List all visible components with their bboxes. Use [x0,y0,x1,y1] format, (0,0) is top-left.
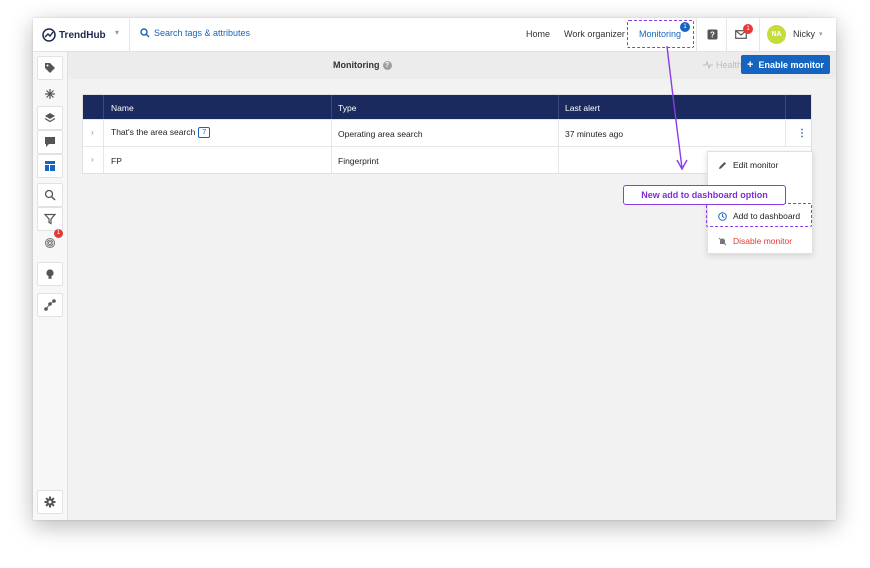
sidebar-item-fingerprint[interactable]: 1 [37,229,63,255]
pencil-icon [719,161,726,169]
nav-work-organizer[interactable]: Work organizer [564,29,625,39]
column-name[interactable]: Name [111,103,134,113]
monitor-name[interactable]: That's the area search [111,127,195,137]
monitor-type: Fingerprint [338,156,379,166]
search-label: Search tags & attributes [154,28,251,38]
menu-item-edit-monitor[interactable]: Edit monitor [708,153,812,177]
bulb-icon [46,269,54,279]
column-divider [558,95,559,119]
help-icon: ? [707,29,717,39]
cell-divider [331,147,332,173]
divider [696,18,697,51]
monitor-last-alert: 37 minutes ago [565,129,624,139]
chevron-right-icon[interactable]: › [91,155,94,164]
highlight-add-to-dashboard [706,203,812,227]
menu-label: Edit monitor [733,160,779,170]
heartbeat-icon [703,61,713,69]
column-divider [785,95,786,119]
bell-off-icon [718,237,727,245]
sidebar-item-insights[interactable] [37,262,63,286]
cell-divider [331,120,332,146]
chat-icon [45,137,55,147]
enable-monitor-label: Enable monitor [758,59,824,70]
enable-monitor-button[interactable]: + Enable monitor [741,55,830,74]
sidebar-badge: 1 [54,229,63,238]
table-row[interactable]: › FP Fingerprint [83,146,811,173]
cell-divider [785,120,786,146]
sidebar-item-filter[interactable] [37,207,63,231]
column-divider [331,95,332,119]
tag-icon [45,63,55,73]
tag-count-badge[interactable]: 7 [198,127,211,139]
monitor-name-cell: That's the area search 7 [111,127,211,139]
column-divider [103,95,104,119]
app-window: TrendHub ▾ Search tags & attributes Home… [33,18,836,520]
help-button[interactable]: ? [704,26,720,42]
monitors-table: Name Type Last alert › That's the area s… [82,94,812,174]
highlight-monitoring [627,20,694,48]
sidebar-item-graph[interactable] [37,293,63,317]
sidebar: 1 [33,52,68,520]
menu-item-disable-monitor[interactable]: Disable monitor [708,229,812,253]
chevron-right-icon[interactable]: › [91,128,94,137]
search-trigger[interactable]: Search tags & attributes [140,28,250,38]
chevron-down-icon[interactable]: ▾ [115,28,119,37]
column-last-alert[interactable]: Last alert [565,103,600,113]
plus-icon: + [747,58,754,71]
sidebar-item-monitoring[interactable] [37,154,63,178]
user-name[interactable]: Nicky [793,29,815,39]
table-header: Name Type Last alert [83,95,811,119]
chevron-down-icon[interactable]: ▾ [819,30,823,38]
page-title-wrap: Monitoring ? [333,60,392,70]
menu-label: Disable monitor [733,236,793,246]
svg-text:?: ? [710,30,715,39]
nav-home[interactable]: Home [526,29,550,39]
magnifier-icon [44,189,56,201]
logo-icon [42,28,56,42]
graph-icon [44,299,56,311]
help-icon[interactable]: ? [382,60,392,70]
sidebar-item-tags[interactable] [37,56,63,80]
fingerprint-icon [44,237,56,249]
column-type[interactable]: Type [338,103,356,113]
monitor-name[interactable]: FP [111,156,122,166]
asterisk-icon [45,89,55,99]
filter-icon [44,213,56,225]
divider [759,18,760,51]
table-row[interactable]: › That's the area search 7 Operating area… [83,119,811,146]
sidebar-item-search[interactable] [37,183,63,207]
notifications-badge: 1 [743,24,753,34]
sidebar-item-comments[interactable] [37,130,63,154]
logo-text: TrendHub [59,29,106,41]
annotation-callout: New add to dashboard option [623,185,786,205]
sidebar-item-entities[interactable] [37,82,63,106]
sidebar-item-settings[interactable] [37,490,63,514]
search-icon [140,28,150,38]
page-header: Monitoring ? Health check [68,52,836,79]
cell-divider [558,147,559,173]
dashboard-icon [45,161,55,171]
logo[interactable]: TrendHub [42,27,106,43]
page-title: Monitoring [333,60,380,70]
monitor-type: Operating area search [338,129,423,139]
sidebar-item-layers[interactable] [37,106,63,130]
avatar[interactable]: NA [767,25,786,44]
divider [726,18,727,51]
row-actions-button[interactable]: ⋮ [795,126,809,140]
divider [129,18,130,51]
cell-divider [558,120,559,146]
top-bar: TrendHub ▾ Search tags & attributes Home… [33,18,836,52]
gear-icon [44,496,56,508]
cell-divider [103,120,104,146]
cell-divider [103,147,104,173]
layers-icon [44,113,56,123]
